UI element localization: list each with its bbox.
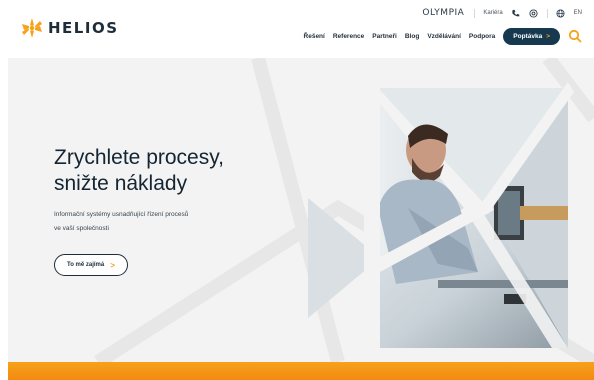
subline-line-2: ve vaší společnosti	[54, 225, 109, 232]
poptavka-label: Poptávka	[513, 33, 543, 40]
hero-headline: Zrychlete procesy, snižte náklady	[54, 145, 304, 197]
footer-accent-bar	[8, 362, 594, 380]
subline-line-1: Informační systémy usnadňující řízení pr…	[54, 211, 189, 218]
phone-icon[interactable]	[511, 8, 521, 18]
interest-button-label: To mě zajímá	[67, 262, 105, 268]
language-switch[interactable]: EN	[574, 10, 582, 16]
brand-name: HELIOS	[48, 19, 119, 37]
main-nav: Řešení Reference Partneři Blog Vzděláván…	[304, 28, 560, 45]
nav-item-partneri[interactable]: Partneři	[372, 33, 397, 40]
arrow-right-icon: >	[546, 33, 550, 40]
nav-item-vzdelavani[interactable]: Vzdělávání	[427, 33, 461, 40]
olympia-brand: OLYMPIA	[422, 8, 465, 18]
poptavka-button[interactable]: Poptávka >	[503, 28, 560, 45]
site-header: HELIOS OLYMPIA Kariéra EN Řešení Referen…	[0, 0, 594, 58]
arrow-right-icon: >	[110, 260, 115, 270]
hero-subline: Informační systémy usnadňující řízení pr…	[54, 208, 264, 236]
interest-button[interactable]: To mě zajímá >	[54, 254, 128, 276]
hero-section: Zrychlete procesy, snižte náklady Inform…	[8, 58, 594, 362]
search-icon[interactable]	[568, 29, 582, 43]
nav-item-reseni[interactable]: Řešení	[304, 33, 325, 40]
headline-line-2: snižte náklady	[54, 172, 188, 195]
kariera-link[interactable]: Kariéra	[483, 10, 502, 16]
divider	[474, 8, 476, 18]
headline-line-1: Zrychlete procesy,	[54, 146, 224, 169]
nav-item-blog[interactable]: Blog	[405, 33, 419, 40]
helios-logo-icon	[22, 18, 42, 38]
utility-bar: OLYMPIA Kariéra EN	[422, 8, 582, 18]
divider	[546, 8, 548, 18]
helios-logo[interactable]: HELIOS	[22, 18, 119, 38]
nav-item-reference[interactable]: Reference	[333, 33, 364, 40]
nav-item-podpora[interactable]: Podpora	[469, 33, 495, 40]
olympia-link[interactable]: OLYMPIA	[422, 8, 466, 18]
globe-icon[interactable]	[556, 8, 566, 18]
mail-icon[interactable]	[529, 8, 539, 18]
